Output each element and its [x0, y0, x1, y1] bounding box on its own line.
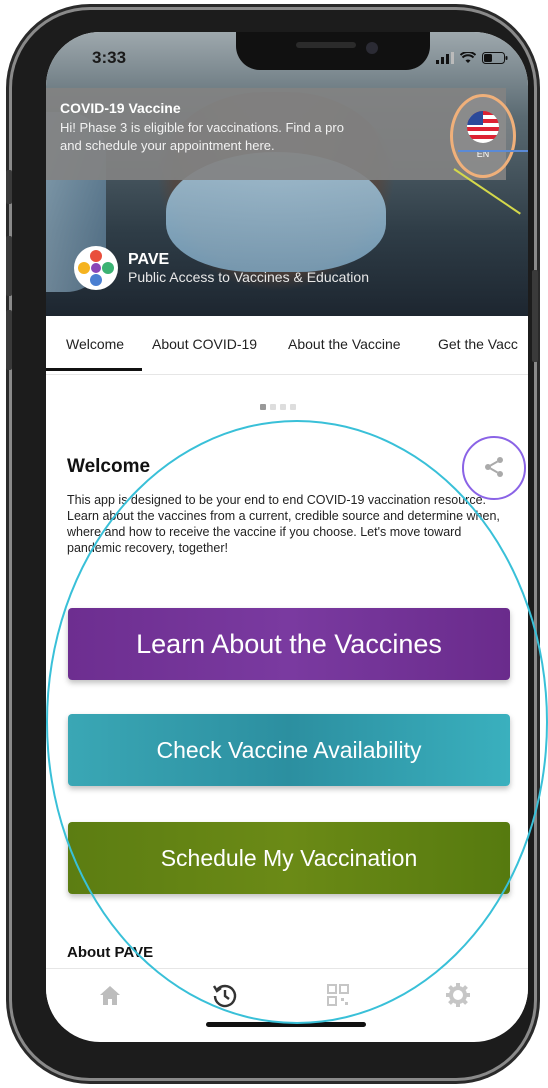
active-tab-indicator	[46, 368, 142, 371]
brand-name: PAVE	[128, 251, 170, 268]
history-icon[interactable]	[211, 981, 239, 1009]
tab-get-vaccine[interactable]: Get the Vacc	[438, 336, 518, 352]
pave-logo	[74, 246, 118, 290]
volume-up-button	[6, 236, 12, 296]
volume-down-button	[6, 310, 12, 370]
home-icon[interactable]	[96, 981, 124, 1009]
page-indicator	[260, 404, 296, 410]
welcome-text: This app is designed to be your end to e…	[67, 493, 500, 555]
phone-notch	[236, 32, 430, 70]
mute-switch	[6, 170, 12, 204]
tab-about-vaccine[interactable]: About the Vaccine	[288, 336, 401, 352]
notification-body-line1: Hi! Phase 3 is eligible for vaccinations…	[60, 120, 344, 135]
page-dot	[270, 404, 276, 410]
about-pave-heading: About PAVE	[67, 944, 154, 961]
home-indicator	[206, 1022, 366, 1027]
speaker-grille	[296, 42, 356, 48]
learn-about-vaccines-button[interactable]: Learn About the Vaccines	[68, 608, 510, 680]
notification-title: COVID-19 Vaccine	[60, 100, 181, 116]
notification-body-line2: and schedule your appointment here.	[60, 138, 275, 153]
qr-code-icon[interactable]	[324, 981, 352, 1009]
wifi-icon	[460, 52, 476, 63]
brand-subtitle: Public Access to Vaccines & Education	[128, 269, 369, 285]
tab-bar: Welcome About COVID-19 About the Vaccine…	[46, 324, 528, 375]
signal-icon	[436, 52, 454, 64]
schedule-vaccination-button[interactable]: Schedule My Vaccination	[68, 822, 510, 894]
status-time: 3:33	[92, 48, 127, 67]
welcome-title: Welcome	[67, 456, 151, 477]
tab-about-covid[interactable]: About COVID-19	[152, 336, 257, 352]
page-dot	[260, 404, 266, 410]
power-button	[532, 270, 538, 362]
share-icon	[485, 457, 503, 477]
share-button[interactable]	[462, 436, 526, 500]
us-flag-icon	[467, 111, 499, 143]
page-dot	[290, 404, 296, 410]
battery-icon	[482, 52, 508, 64]
bottom-navigation	[46, 968, 528, 1029]
check-vaccine-availability-button[interactable]: Check Vaccine Availability	[68, 714, 510, 786]
notification-banner[interactable]: COVID-19 Vaccine Hi! Phase 3 is eligible…	[46, 88, 506, 180]
annotation-bracket-line	[458, 150, 528, 152]
front-camera	[366, 42, 378, 54]
settings-gear-icon[interactable]	[444, 981, 472, 1009]
language-selector[interactable]: EN	[450, 94, 516, 178]
app-screen: 3:33 COVID-19 Vaccine Hi! Phase 3 is eli…	[46, 32, 528, 1042]
brand-header: PAVE Public Access to Vaccines & Educati…	[74, 246, 369, 290]
page-dot	[280, 404, 286, 410]
status-icons	[436, 52, 508, 64]
tab-welcome[interactable]: Welcome	[66, 336, 124, 352]
